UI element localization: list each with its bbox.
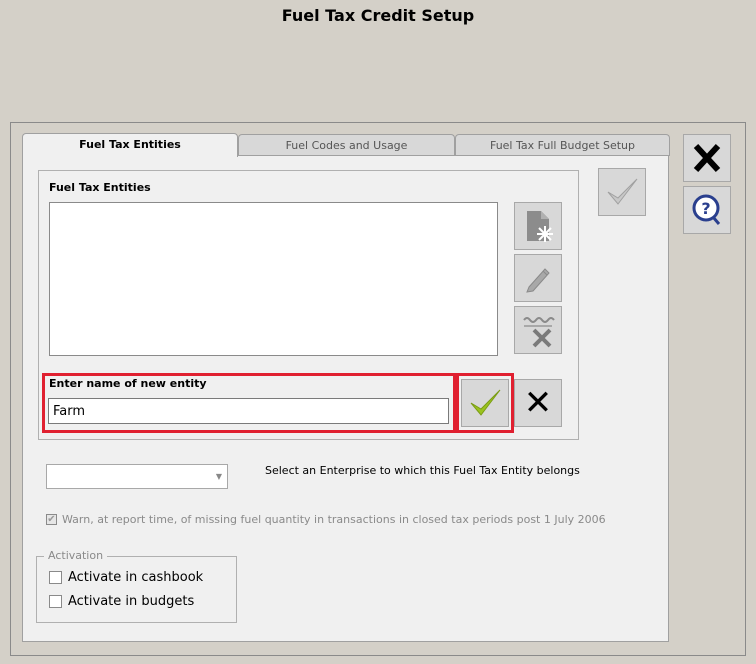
activation-group [36,556,237,623]
warn-missing-quantity-option: ✔ Warn, at report time, of missing fuel … [46,513,606,526]
svg-text:?: ? [701,199,710,218]
cancel-entity-button[interactable]: ✕ [514,379,562,427]
activation-legend: Activation [44,549,108,562]
entities-list[interactable] [49,202,498,356]
enterprise-selected-value [47,472,55,480]
close-icon [693,143,721,173]
warn-label: Warn, at report time, of missing fuel qu… [62,513,606,526]
tab-label: Fuel Tax Entities [79,138,181,151]
activate-cashbook-checkbox[interactable] [49,571,62,584]
add-entity-button[interactable] [514,202,562,250]
help-button[interactable]: ? [683,186,731,234]
entities-group-label: Fuel Tax Entities [49,181,151,194]
tab-label: Fuel Tax Full Budget Setup [489,139,636,152]
edit-entity-button[interactable] [514,254,562,302]
activate-budgets-checkbox[interactable] [49,595,62,608]
help-icon: ? [692,194,721,225]
confirm-entity-button[interactable] [461,379,509,427]
enterprise-select[interactable]: ▼ [46,464,228,489]
chevron-down-icon[interactable]: ▼ [211,465,227,488]
activate-budgets-option[interactable]: Activate in budgets [49,594,194,609]
x-icon: ✕ [523,383,553,423]
delete-icon [523,317,555,348]
activate-cashbook-option[interactable]: Activate in cashbook [49,570,203,585]
tab-fuel-tax-full-budget-setup[interactable]: Fuel Tax Full Budget Setup [455,134,670,156]
close-button[interactable] [683,134,731,182]
warn-checkbox: ✔ [46,513,57,525]
delete-entity-button[interactable] [514,306,562,354]
checkmark-icon [470,389,501,416]
tab-label: Fuel Codes and Usage [285,139,408,152]
save-button[interactable] [598,168,646,216]
pencil-icon [526,268,550,293]
tab-fuel-codes-and-usage[interactable]: Fuel Codes and Usage [238,134,455,156]
activate-budgets-label: Activate in budgets [68,594,195,609]
checkmark-icon [607,178,638,205]
activate-cashbook-label: Activate in cashbook [68,570,204,585]
new-entity-label: Enter name of new entity [49,377,207,390]
window-title: Fuel Tax Credit Setup [281,6,475,25]
new-document-icon [527,211,553,242]
enterprise-label: Select an Enterprise to which this Fuel … [265,464,580,477]
tab-fuel-tax-entities[interactable]: Fuel Tax Entities [22,133,238,157]
new-entity-input[interactable] [48,398,449,424]
